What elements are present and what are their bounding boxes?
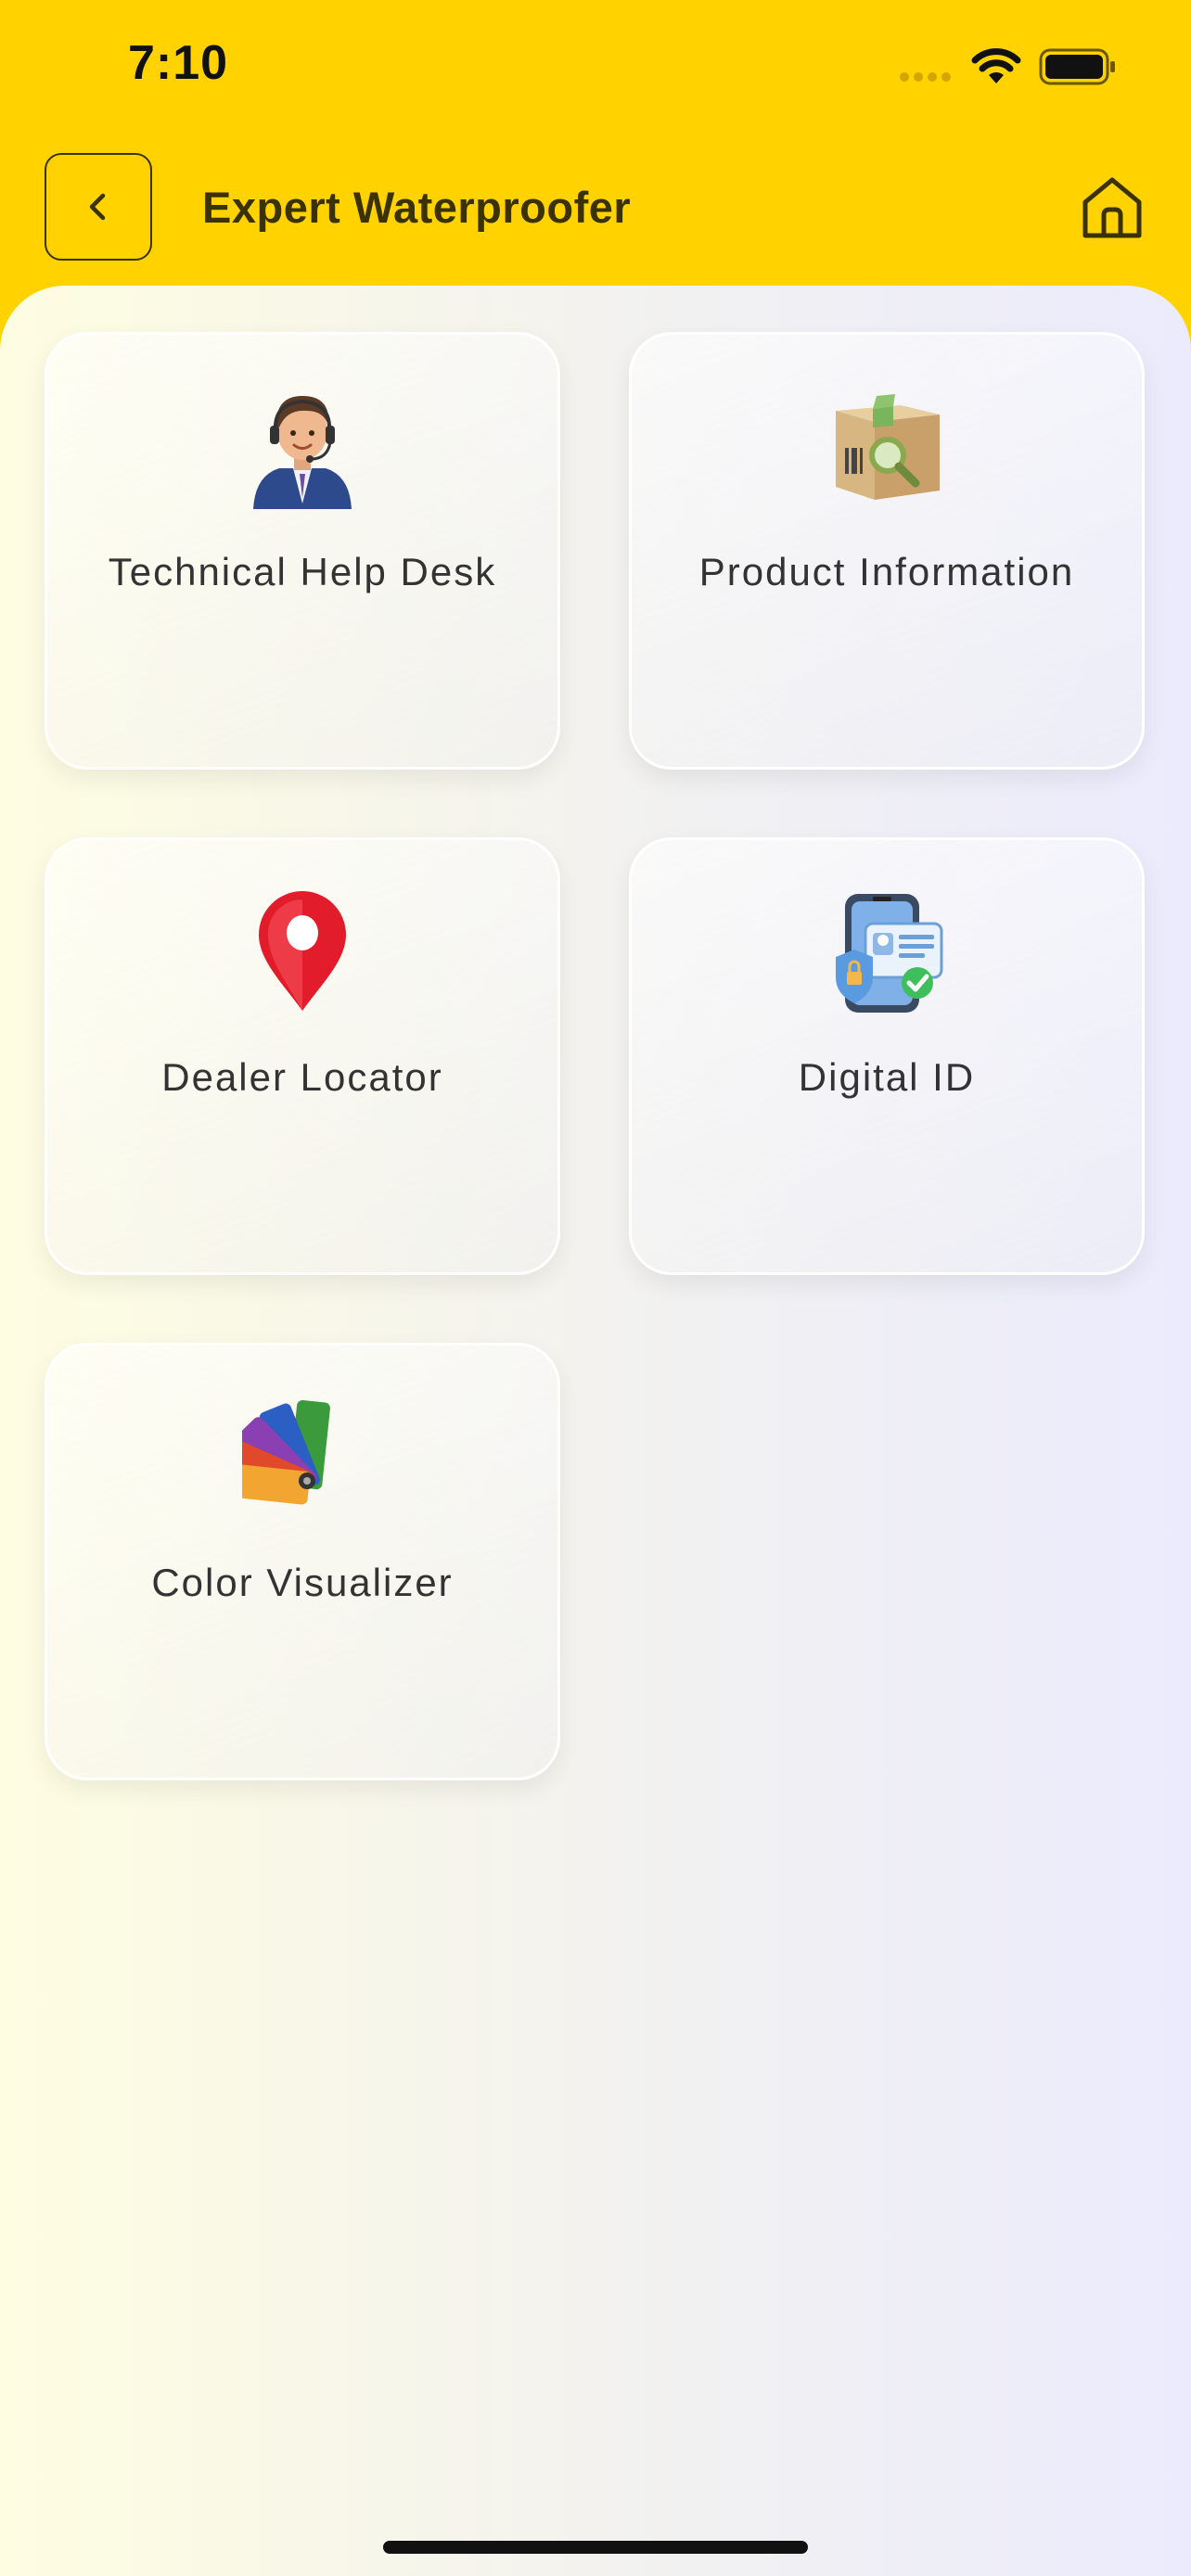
menu-card-label: Color Visualizer [151,1561,454,1604]
app-header: Expert Waterproofer [0,139,1191,287]
back-button[interactable] [45,153,152,261]
menu-card-label: Product Information [698,550,1075,593]
chevron-left-icon [89,193,106,221]
battery-icon [1039,48,1115,85]
menu-card-label: Digital ID [798,1055,976,1099]
menu-card-digital-id[interactable]: Digital ID [629,837,1145,1275]
cellular-signal-icon [900,72,959,85]
menu-card-label: Technical Help Desk [108,550,497,593]
menu-card-technical-help-desk[interactable]: Technical Help Desk [45,332,560,770]
product-box-icon [836,394,940,500]
home-icon[interactable] [1080,174,1145,241]
menu-grid: Technical Help Desk Product Information … [0,286,1191,2576]
status-time: 7:10 [128,36,229,90]
location-pin-icon [259,891,346,1011]
menu-card-color-visualizer[interactable]: Color Visualizer [45,1343,560,1780]
wifi-icon [971,48,1021,83]
menu-card-dealer-locator[interactable]: Dealer Locator [45,837,560,1275]
support-agent-icon [253,396,352,509]
menu-card-product-information[interactable]: Product Information [629,332,1145,770]
page-title: Expert Waterproofer [202,183,632,232]
home-indicator[interactable] [383,2541,808,2554]
status-bar: 7:10 [0,0,1191,139]
color-palette-icon [242,1400,330,1505]
menu-card-label: Dealer Locator [161,1055,443,1099]
digital-id-icon [836,894,943,1013]
